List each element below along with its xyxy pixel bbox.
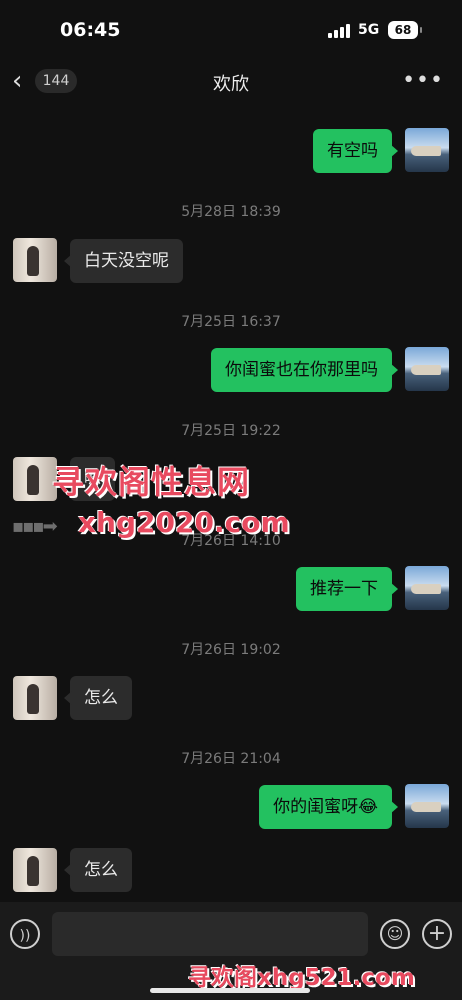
signal-icon [328, 24, 350, 38]
home-indicator [150, 988, 310, 993]
message-bubble-outgoing[interactable]: 你的闺蜜呀😂 [259, 785, 398, 829]
contact-avatar[interactable] [13, 848, 57, 892]
watermark-text: 寻欢阁性息网 [52, 463, 251, 501]
message-bubble-outgoing[interactable]: 推荐一下 [296, 567, 398, 611]
timestamp: 5月28日 18:39 [181, 204, 281, 220]
status-time: 06:45 [60, 19, 121, 41]
timestamp: 7月25日 16:37 [181, 314, 281, 330]
timestamp: 7月26日 21:04 [181, 751, 281, 767]
message-bubble-incoming[interactable]: 怎么 [64, 848, 132, 892]
message-input[interactable] [52, 912, 368, 956]
my-avatar[interactable] [405, 784, 449, 828]
network-type: 5G [358, 22, 380, 38]
message-bubble-incoming[interactable]: 怎么 [64, 676, 132, 720]
timestamp: 7月25日 19:22 [181, 423, 281, 439]
contact-avatar[interactable] [13, 457, 57, 501]
contact-avatar[interactable] [13, 238, 57, 282]
watermark-url: xhg2020.com [78, 506, 290, 539]
chat-header: ‹ 144 欢欣 ••• [0, 62, 462, 102]
watermark-bottom: 寻欢阁xhg521.com [188, 965, 415, 991]
timestamp: 7月26日 19:02 [181, 642, 281, 658]
input-bar: )) ☺ + 寻欢阁xhg521.com [0, 902, 462, 1000]
arrow-decoration-icon: ▪▪▪➡ [12, 516, 58, 537]
message-bubble-outgoing[interactable]: 有空吗 [313, 129, 398, 173]
chat-title: 欢欣 [213, 74, 249, 95]
battery-icon: 68 [388, 21, 422, 39]
my-avatar[interactable] [405, 128, 449, 172]
message-list[interactable]: 有空吗 5月28日 18:39 白天没空呢 7月25日 16:37 你闺蜜也在你… [0, 102, 462, 902]
voice-icon[interactable]: )) [10, 919, 40, 949]
message-bubble-incoming[interactable]: 白天没空呢 [64, 239, 183, 283]
my-avatar[interactable] [405, 347, 449, 391]
my-avatar[interactable] [405, 566, 449, 610]
status-bar: 06:45 5G 68 [0, 0, 462, 62]
contact-avatar[interactable] [13, 676, 57, 720]
more-options-icon[interactable]: ••• [402, 68, 444, 93]
message-bubble-outgoing[interactable]: 你闺蜜也在你那里吗 [211, 348, 398, 392]
plus-icon[interactable]: + [422, 919, 452, 949]
emoji-icon[interactable]: ☺ [380, 919, 410, 949]
